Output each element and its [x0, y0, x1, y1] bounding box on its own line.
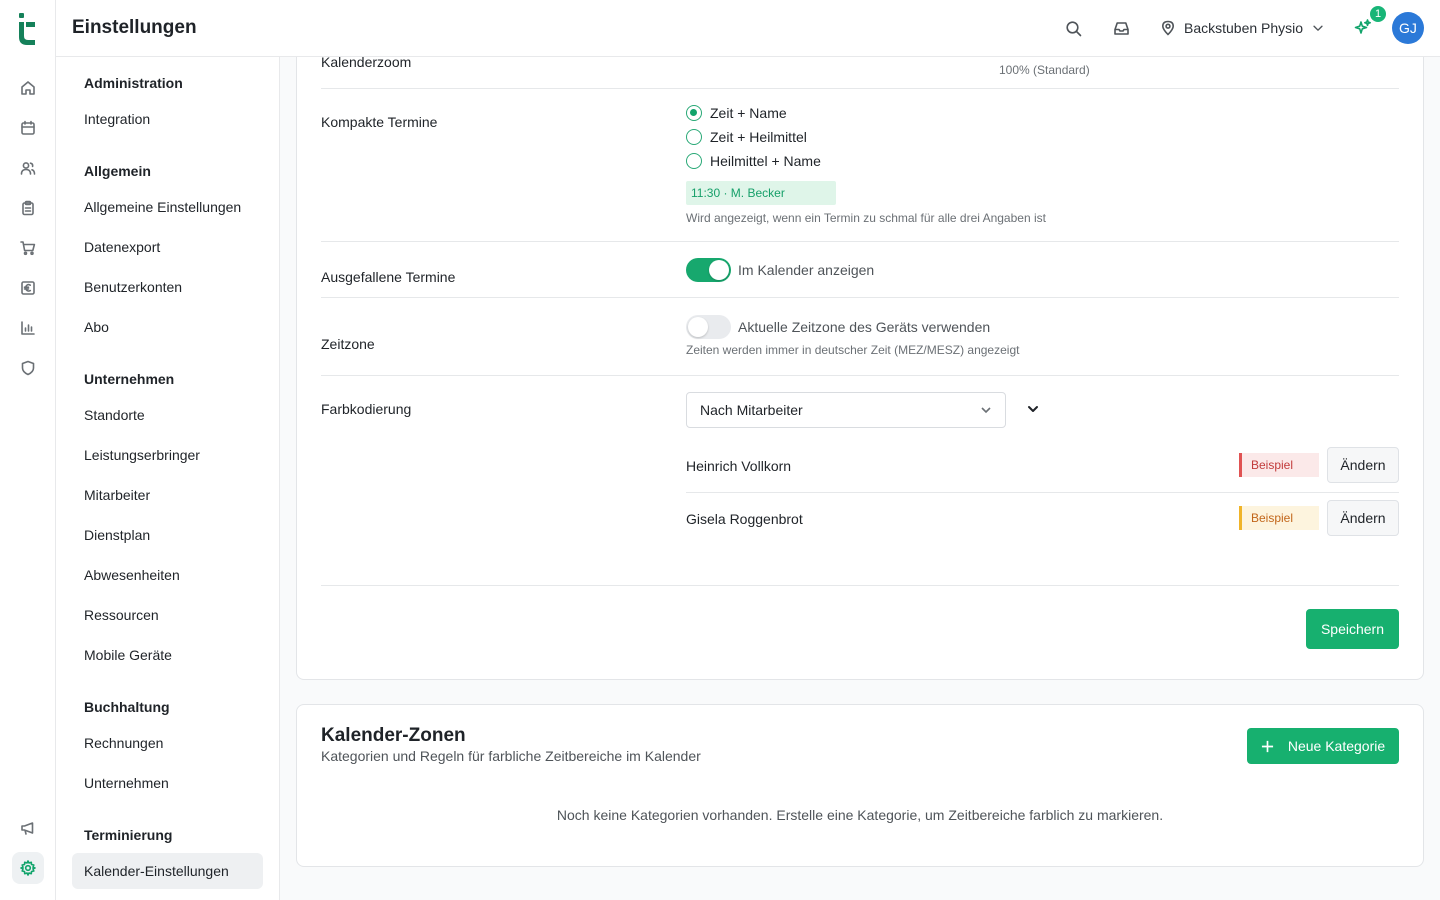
nav-item-leistungserbringer[interactable]: Leistungserbringer	[72, 437, 263, 473]
location-selector[interactable]: Backstuben Physio	[1160, 17, 1325, 39]
nav-item-dienstplan[interactable]: Dienstplan	[72, 517, 263, 553]
top-bar: Einstellungen Backstuben Physio 1 GJ	[56, 0, 1440, 57]
nav-item-mitarbeiter[interactable]: Mitarbeiter	[72, 477, 263, 513]
inbox-icon[interactable]	[1111, 18, 1131, 38]
nav-item-datenexport[interactable]: Datenexport	[72, 229, 263, 265]
app-logo[interactable]	[16, 12, 40, 46]
notification-badge: 1	[1370, 6, 1386, 22]
nav-item-rechnungen[interactable]: Rechnungen	[72, 725, 263, 761]
radio-zeit-heilmittel[interactable]: Zeit + Heilmittel	[686, 129, 807, 145]
nav-item-integration[interactable]: Integration	[72, 101, 263, 137]
expand-chevron-icon[interactable]	[1025, 401, 1041, 417]
nav-item-abo[interactable]: Abo	[72, 309, 263, 345]
home-icon[interactable]	[18, 78, 38, 98]
color-sample: Beispiel	[1239, 506, 1319, 530]
compact-preview: 11:30 · M. Becker	[686, 181, 836, 205]
sparkles-icon[interactable]	[1354, 18, 1374, 38]
new-category-label: Neue Kategorie	[1287, 738, 1386, 754]
cart-icon[interactable]	[18, 238, 38, 258]
divider	[321, 375, 1399, 376]
cancelled-toggle-label: Im Kalender anzeigen	[738, 262, 875, 278]
calendar-zones-card: Kalender-Zonen Kategorien und Regeln für…	[296, 704, 1424, 867]
avatar[interactable]: GJ	[1392, 12, 1424, 44]
zoom-value: 100% (Standard)	[999, 63, 1090, 77]
compact-hint: Wird angezeigt, wenn ein Termin zu schma…	[686, 211, 1046, 225]
clipboard-icon[interactable]	[18, 198, 38, 218]
radio-label: Zeit + Name	[710, 105, 787, 121]
radio-label: Heilmittel + Name	[710, 153, 821, 169]
radio-label: Zeit + Heilmittel	[710, 129, 807, 145]
map-pin-icon	[1162, 20, 1174, 36]
zones-empty-state: Noch keine Kategorien vorhanden. Erstell…	[556, 807, 1164, 823]
radio-heilmittel-name[interactable]: Heilmittel + Name	[686, 153, 821, 169]
nav-item-allgemeine-einstellungen[interactable]: Allgemeine Einstellungen	[72, 189, 263, 225]
nav-item-mobile-geraete[interactable]: Mobile Geräte	[72, 637, 263, 673]
save-button[interactable]: Speichern	[1306, 609, 1399, 649]
timezone-toggle[interactable]	[686, 315, 731, 339]
color-coding-label: Farbkodierung	[321, 401, 412, 417]
calendar-settings-card: Kalenderzoom 100% (Standard) Kompakte Te…	[296, 57, 1424, 680]
search-icon[interactable]	[1063, 18, 1083, 38]
nav-group-title: Terminierung	[84, 827, 173, 843]
zones-title: Kalender-Zonen	[321, 725, 466, 746]
nav-item-unternehmen[interactable]: Unternehmen	[72, 765, 263, 801]
change-color-button[interactable]: Ändern	[1327, 447, 1399, 483]
plus-icon	[1261, 740, 1273, 752]
nav-item-benutzerkonten[interactable]: Benutzerkonten	[72, 269, 263, 305]
nav-item-kalender-einstellungen[interactable]: Kalender-Einstellungen	[72, 853, 263, 889]
cancelled-toggle[interactable]	[686, 258, 731, 282]
icon-rail	[0, 0, 56, 900]
page-title: Einstellungen	[72, 17, 197, 38]
employee-name: Heinrich Vollkorn	[686, 458, 792, 474]
divider	[321, 241, 1399, 242]
nav-item-standorte[interactable]: Standorte	[72, 397, 263, 433]
radio-zeit-name[interactable]: Zeit + Name	[686, 105, 787, 121]
compact-label: Kompakte Termine	[321, 114, 438, 130]
divider	[321, 585, 1399, 586]
radio-dot[interactable]	[686, 129, 702, 145]
gear-icon[interactable]	[12, 852, 44, 884]
nav-group-title: Administration	[84, 75, 183, 91]
zones-subtitle: Kategorien und Regeln für farbliche Zeit…	[321, 748, 701, 764]
employee-name: Gisela Roggenbrot	[686, 511, 803, 527]
nav-item-abwesenheiten[interactable]: Abwesenheiten	[72, 557, 263, 593]
radio-dot[interactable]	[686, 105, 702, 121]
color-sample: Beispiel	[1239, 453, 1319, 477]
chart-icon[interactable]	[18, 318, 38, 338]
chevron-down-icon	[981, 407, 991, 414]
radio-dot[interactable]	[686, 153, 702, 169]
color-coding-select[interactable]: Nach Mitarbeiter	[686, 392, 1006, 428]
nav-item-ressourcen[interactable]: Ressourcen	[72, 597, 263, 633]
divider	[321, 88, 1399, 89]
select-value: Nach Mitarbeiter	[700, 402, 803, 418]
nav-group-title: Buchhaltung	[84, 699, 170, 715]
euro-icon[interactable]	[18, 278, 38, 298]
change-color-button[interactable]: Ändern	[1327, 500, 1399, 536]
main-content: Kalenderzoom 100% (Standard) Kompakte Te…	[280, 57, 1440, 900]
timezone-label: Zeitzone	[321, 336, 375, 352]
location-name: Backstuben Physio	[1184, 20, 1304, 36]
cancelled-label: Ausgefallene Termine	[321, 269, 456, 285]
divider	[321, 297, 1399, 298]
new-category-button[interactable]: Neue Kategorie	[1247, 728, 1399, 764]
divider	[686, 492, 1399, 493]
shield-icon[interactable]	[18, 358, 38, 378]
settings-nav: Administration Integration Allgemein All…	[56, 57, 280, 900]
nav-group-title: Unternehmen	[84, 371, 175, 387]
calendar-icon[interactable]	[18, 118, 38, 138]
timezone-toggle-label: Aktuelle Zeitzone des Geräts verwenden	[738, 319, 991, 335]
users-icon[interactable]	[18, 158, 38, 178]
megaphone-icon[interactable]	[18, 818, 38, 838]
zoom-label: Kalenderzoom	[321, 57, 412, 70]
chevron-down-icon	[1313, 25, 1323, 31]
nav-group-title: Allgemein	[84, 163, 151, 179]
timezone-hint: Zeiten werden immer in deutscher Zeit (M…	[686, 343, 1020, 357]
